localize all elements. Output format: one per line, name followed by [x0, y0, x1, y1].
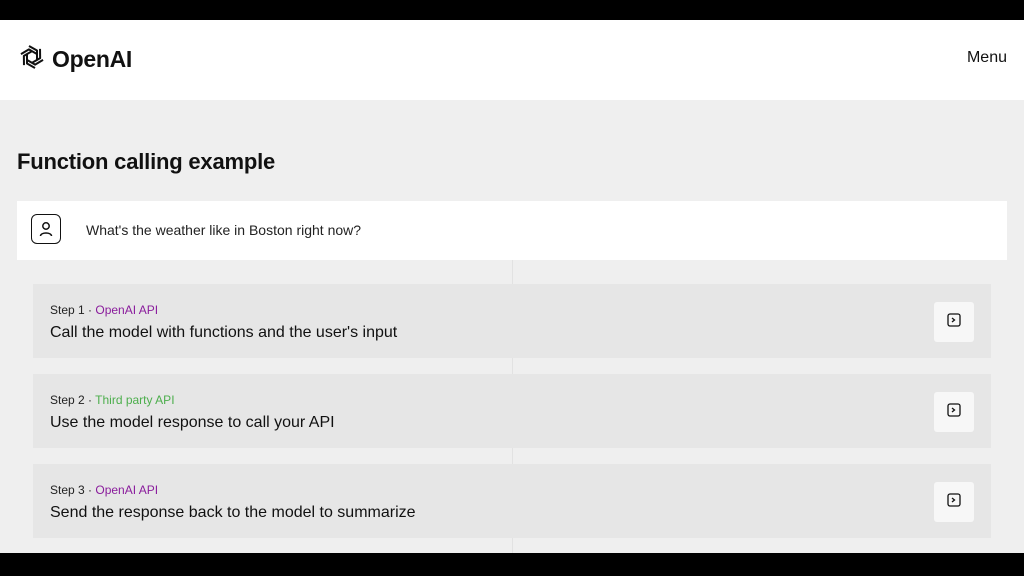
step-title: Send the response back to the model to s…	[50, 504, 416, 521]
view-code-button[interactable]	[934, 302, 974, 342]
step-meta: Step 1 · OpenAI API	[50, 303, 158, 317]
view-code-button[interactable]	[934, 482, 974, 522]
openai-logo-icon	[16, 41, 48, 78]
menu-button[interactable]: Menu	[967, 49, 1007, 67]
step-card-1[interactable]: Step 1 · OpenAI API Call the model with …	[33, 284, 991, 358]
step-separator: ·	[84, 483, 96, 497]
terminal-icon	[947, 492, 961, 512]
step-label: Step 2	[50, 393, 85, 407]
terminal-icon	[947, 402, 961, 422]
step-separator: ·	[84, 303, 96, 317]
logo-text: OpenAI	[52, 45, 132, 72]
step-separator: ·	[84, 393, 96, 407]
page-title: Function calling example	[17, 149, 276, 174]
view-code-button[interactable]	[934, 392, 974, 432]
step-meta: Step 3 · OpenAI API	[50, 483, 158, 497]
terminal-icon	[947, 312, 961, 332]
query-text: What's the weather like in Boston right …	[86, 222, 362, 238]
step-title: Use the model response to call your API	[50, 414, 335, 431]
top-header: OpenAI Menu	[0, 20, 1024, 100]
api-label: OpenAI API	[95, 303, 159, 317]
step-meta: Step 2 · Third party API	[50, 393, 175, 407]
api-label: Third party API	[95, 393, 175, 407]
user-icon	[31, 214, 61, 244]
app-window: OpenAI Menu Function calling example Wha…	[0, 20, 1024, 553]
step-card-2[interactable]: Step 2 · Third party API Use the model r…	[33, 374, 991, 448]
step-label: Step 3	[50, 483, 85, 497]
api-label: OpenAI API	[95, 483, 159, 497]
step-card-3[interactable]: Step 3 · OpenAI API Send the response ba…	[33, 464, 991, 538]
step-title: Call the model with functions and the us…	[50, 324, 398, 341]
step-label: Step 1	[50, 303, 85, 317]
user-query: What's the weather like in Boston right …	[17, 201, 1007, 260]
openai-logo[interactable]: OpenAI	[16, 42, 132, 76]
